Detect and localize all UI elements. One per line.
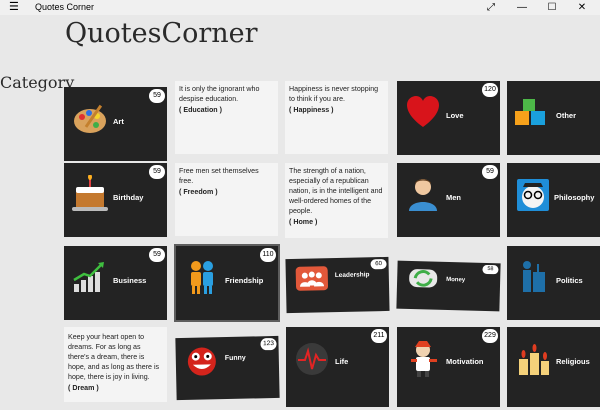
mascot-icon	[411, 341, 437, 377]
quote-card-happiness[interactable]: Happiness is never stopping to think if …	[285, 81, 388, 154]
palette-icon	[74, 104, 106, 133]
count-badge: 59	[149, 248, 165, 262]
glasses-face-icon	[517, 179, 549, 211]
quote-card-dream[interactable]: Keep your heart open to dreams. For as l…	[64, 327, 167, 402]
politician-icon	[523, 261, 545, 292]
quote-text: Happiness is never stopping to think if …	[289, 85, 379, 103]
category-label: Life	[335, 357, 349, 366]
count-badge: 120	[482, 83, 498, 97]
category-tile-business[interactable]: Business 59	[64, 246, 167, 320]
category-tile-money[interactable]: Money 58	[396, 260, 501, 312]
count-badge: 211	[371, 329, 387, 343]
quote-category: ( Dream )	[68, 384, 99, 392]
quote-text: It is only the ignorant who despise educ…	[179, 85, 260, 103]
man-icon	[409, 179, 437, 211]
category-label: Art	[113, 117, 124, 126]
count-badge: 59	[149, 165, 165, 179]
category-label: Funny	[224, 354, 246, 363]
category-label: Money	[446, 276, 466, 284]
category-tile-philosophy[interactable]: Philosophy	[507, 163, 600, 237]
category-label: Other	[556, 111, 577, 120]
blocks-icon	[515, 99, 545, 125]
quote-card-education[interactable]: It is only the ignorant who despise educ…	[175, 81, 278, 154]
category-label: Leadership	[334, 271, 370, 280]
category-tile-men[interactable]: Men 59	[397, 163, 500, 237]
category-label: Friendship	[225, 276, 264, 285]
category-tile-leadership[interactable]: Leadership 60	[285, 256, 390, 314]
close-icon[interactable]: ✕	[567, 0, 597, 15]
minimize-icon[interactable]: —	[507, 0, 537, 15]
hamburger-icon[interactable]: ☰	[9, 1, 23, 13]
count-badge: 123	[260, 337, 277, 351]
category-tile-politics[interactable]: Politics	[507, 246, 600, 320]
category-label: Philosophy	[554, 193, 595, 202]
category-label: Birthday	[113, 193, 144, 202]
bar-growth-icon	[73, 262, 104, 292]
window-title: Quotes Corner	[35, 2, 95, 12]
category-tile-love[interactable]: Love 120	[397, 81, 500, 155]
expand-icon[interactable]: ⤢	[476, 0, 506, 15]
category-tile-art[interactable]: Art 59	[64, 87, 167, 161]
maximize-icon[interactable]: ☐	[537, 0, 567, 15]
quote-category: ( Education )	[179, 106, 222, 114]
quote-text: The strength of a nation, especially of …	[289, 167, 383, 215]
quote-text: Free men set themselves free.	[179, 167, 259, 185]
candles-icon	[519, 344, 549, 375]
category-tile-other[interactable]: Other	[507, 81, 600, 155]
heartbeat-icon	[296, 343, 328, 375]
category-label: Love	[446, 111, 464, 120]
count-badge: 229	[482, 329, 498, 343]
category-label: Politics	[556, 276, 583, 285]
friends-icon	[191, 261, 213, 294]
count-badge: 59	[149, 89, 165, 103]
category-tile-funny[interactable]: Funny 123	[175, 335, 280, 401]
cake-icon	[72, 175, 108, 211]
heart-icon	[407, 96, 439, 127]
category-tile-birthday[interactable]: Birthday 59	[64, 163, 167, 237]
quote-card-freedom[interactable]: Free men set themselves free. ( Freedom …	[175, 163, 278, 236]
count-badge: 60	[370, 258, 387, 270]
category-label: Men	[446, 193, 461, 202]
category-tile-friendship[interactable]: Friendship 110	[174, 244, 280, 322]
app-title: QuotesCorner	[65, 18, 258, 49]
quote-text: Keep your heart open to dreams. For as l…	[68, 333, 160, 381]
count-badge: 58	[482, 264, 499, 275]
category-tile-religious[interactable]: Religious	[507, 327, 600, 407]
title-bar: ☰ Quotes Corner ⤢ — ☐ ✕	[0, 0, 600, 15]
category-tile-life[interactable]: Life 211	[286, 327, 389, 407]
category-label: Motivation	[446, 357, 484, 366]
funny-face-icon	[187, 347, 216, 376]
team-icon	[295, 266, 329, 291]
count-badge: 110	[260, 248, 276, 262]
count-badge: 59	[482, 165, 498, 179]
quote-category: ( Freedom )	[179, 188, 218, 196]
quote-category: ( Home )	[289, 218, 318, 226]
category-label: Religious	[556, 357, 590, 366]
money-icon	[409, 269, 438, 288]
quote-card-home[interactable]: The strength of a nation, especially of …	[285, 163, 388, 238]
category-tile-motivation[interactable]: Motivation 229	[397, 327, 500, 407]
quote-category: ( Happiness )	[289, 106, 334, 114]
category-label: Business	[113, 276, 147, 285]
